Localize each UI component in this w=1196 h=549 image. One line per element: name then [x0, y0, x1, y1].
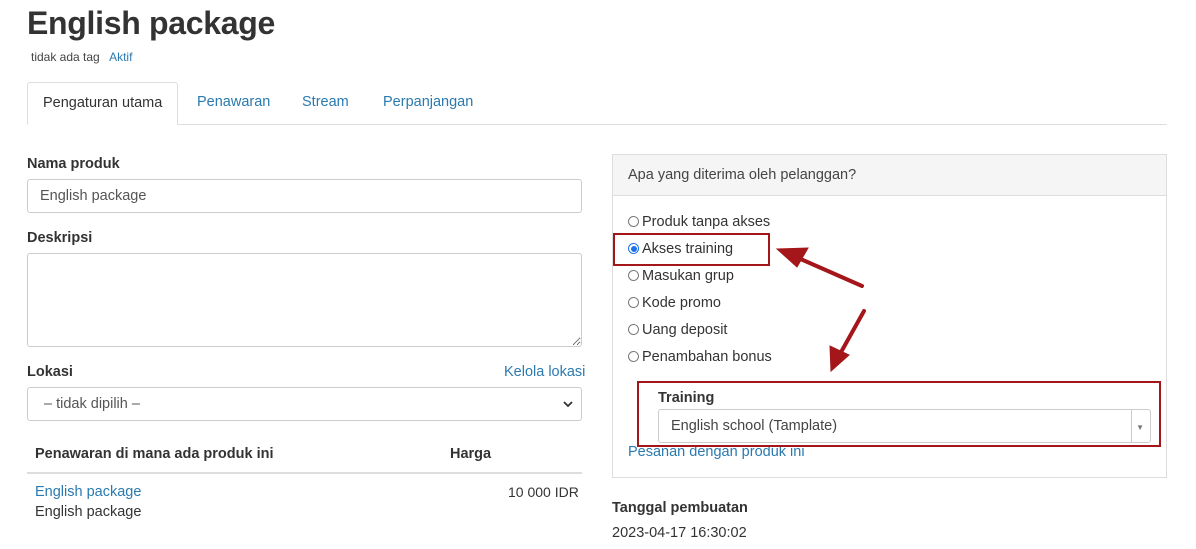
arrowhead-down — [829, 345, 850, 373]
arrow-to-training-access — [794, 255, 864, 288]
arrowhead-left — [775, 247, 809, 268]
creation-date-value: 2023-04-17 16:30:02 — [612, 525, 747, 541]
annotation-arrows — [775, 247, 866, 373]
creation-date-label: Tanggal pembuatan — [612, 500, 748, 516]
arrow-to-training-select — [838, 309, 866, 356]
